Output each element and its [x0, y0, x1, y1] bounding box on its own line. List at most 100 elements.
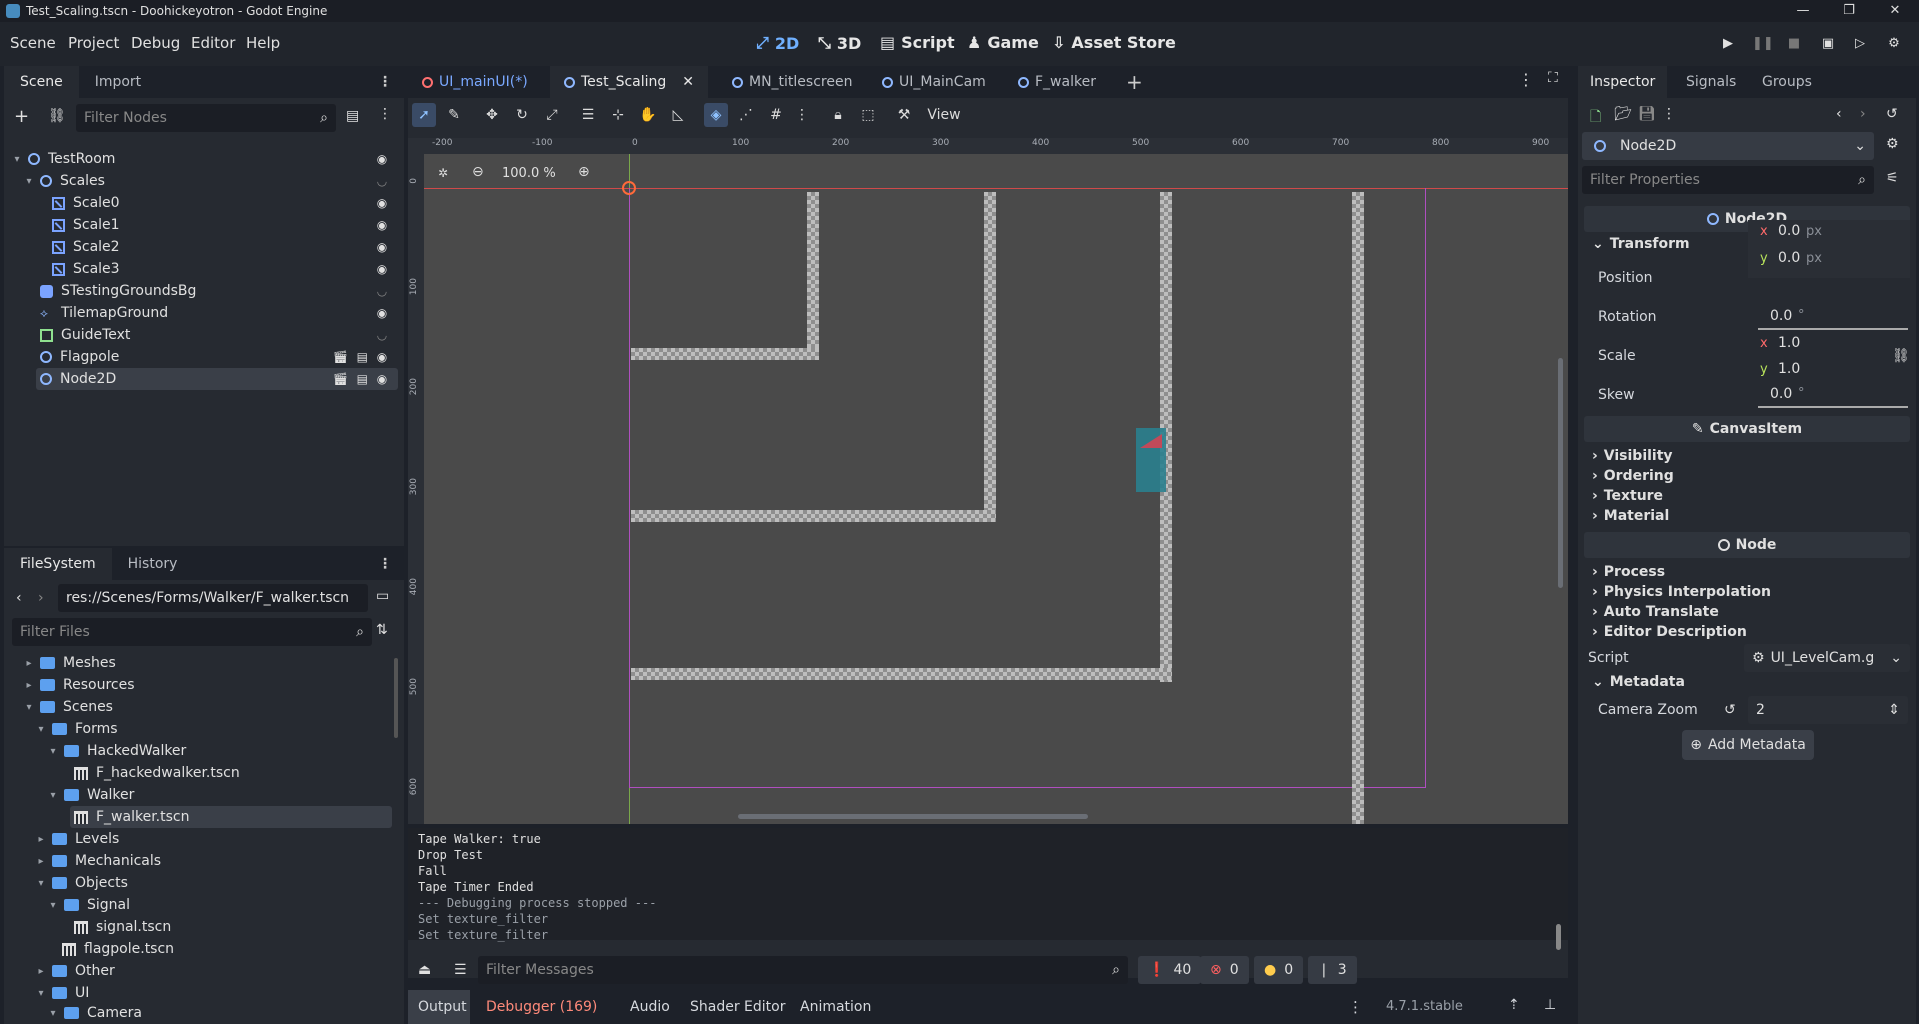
- history-icon[interactable]: ↺: [1886, 106, 1898, 122]
- skew-field[interactable]: 0.0: [1770, 386, 1792, 402]
- visibility-eye-icon[interactable]: ◉: [374, 197, 390, 209]
- group-transform[interactable]: ⌄ Transform: [1592, 236, 1690, 252]
- fs-file-signal[interactable]: signal.tscn: [70, 916, 171, 938]
- tab-ui-mainui[interactable]: UI_mainUI(*): [408, 66, 542, 98]
- dock-menu-icon[interactable]: ⋮: [378, 72, 392, 92]
- back-icon[interactable]: ‹: [16, 590, 22, 606]
- menu-scene[interactable]: Scene: [10, 34, 56, 52]
- fs-folder-hackedwalker[interactable]: ▾ HackedWalker: [46, 740, 186, 762]
- tab-output[interactable]: Output: [418, 999, 467, 1015]
- fs-folder-objects[interactable]: ▾ Objects: [34, 872, 127, 894]
- new-resource-icon[interactable]: 🗋︎: [1590, 106, 1601, 130]
- ruler-tool-icon[interactable]: ◺: [666, 103, 690, 127]
- tree-node-guidetext[interactable]: GuideText ◡: [36, 324, 398, 346]
- tree-node-node2d[interactable]: Node2D 🎬︎ ▤ ◉: [36, 368, 398, 390]
- group-metadata[interactable]: ⌄ Metadata: [1592, 674, 1685, 690]
- menu-help[interactable]: Help: [246, 34, 280, 52]
- grid-icon[interactable]: #: [764, 103, 788, 127]
- inspector-settings-icon[interactable]: ⚟: [1886, 170, 1899, 186]
- chevron-down-icon[interactable]: ▾: [46, 746, 60, 757]
- remote-debug-icon[interactable]: ⚙: [1884, 34, 1904, 54]
- skew-slider[interactable]: [1758, 406, 1908, 408]
- tab-f-walker[interactable]: F_walker: [1004, 66, 1110, 98]
- group-material[interactable]: › Material: [1592, 508, 1669, 524]
- menu-debug[interactable]: Debug: [131, 34, 180, 52]
- path-field[interactable]: res://Scenes/Forms/Walker/F_walker.tscn: [58, 584, 368, 612]
- smart-snap-icon[interactable]: ◈: [704, 103, 728, 127]
- hidden-eye-icon[interactable]: ◡: [374, 285, 390, 297]
- tab-shader-editor[interactable]: Shader Editor: [690, 999, 785, 1015]
- tab-ui-maincam[interactable]: UI_MainCam: [868, 66, 1000, 98]
- visibility-eye-icon[interactable]: ◉: [374, 153, 390, 165]
- chevron-right-icon[interactable]: ▸: [22, 658, 36, 669]
- tree-node-scale1[interactable]: Scale1 ◉: [48, 214, 398, 236]
- tree-node-flagpole[interactable]: Flagpole 🎬︎ ▤ ◉: [36, 346, 398, 368]
- view-menu-button[interactable]: View: [924, 103, 964, 127]
- scrollbar[interactable]: [394, 658, 398, 738]
- sort-icon[interactable]: ⇅: [376, 622, 388, 638]
- chevron-right-icon[interactable]: ▸: [34, 966, 48, 977]
- dock-toggle-icon[interactable]: ⇡: [1508, 997, 1520, 1013]
- messages-counter[interactable]: ❗ 40: [1138, 956, 1202, 984]
- add-node-icon[interactable]: +: [14, 106, 29, 127]
- chevron-right-icon[interactable]: ▸: [22, 680, 36, 691]
- fs-file-f-walker[interactable]: F_walker.tscn: [70, 806, 392, 828]
- menu-editor[interactable]: Editor: [191, 34, 235, 52]
- movie-icon[interactable]: ▣: [1818, 34, 1838, 54]
- tab-debugger[interactable]: Debugger (169): [486, 999, 597, 1015]
- pivot-tool-icon[interactable]: ⊹: [606, 103, 630, 127]
- tab-import[interactable]: Import: [79, 66, 157, 98]
- visibility-eye-icon[interactable]: ◉: [374, 241, 390, 253]
- group-texture[interactable]: › Texture: [1592, 488, 1663, 504]
- horizontal-scrollbar[interactable]: [738, 814, 1088, 819]
- bone-icon[interactable]: ⚒: [892, 103, 916, 127]
- chevron-right-icon[interactable]: ▸: [34, 834, 48, 845]
- chevron-down-icon[interactable]: ▾: [22, 702, 36, 713]
- visibility-eye-icon[interactable]: ◉: [374, 373, 390, 385]
- open-resource-icon[interactable]: 📂︎: [1614, 106, 1632, 122]
- paint-tool-icon[interactable]: ✎: [442, 103, 466, 127]
- save-resource-icon[interactable]: 💾︎: [1638, 106, 1656, 122]
- fs-folder-scenes[interactable]: ▾ Scenes: [22, 696, 113, 718]
- scale-tool-icon[interactable]: ⤢: [540, 103, 564, 127]
- copy-output-icon[interactable]: ☰: [454, 962, 467, 978]
- tab-mn-titlescreen[interactable]: MN_titlescreen: [718, 66, 866, 98]
- script-icon[interactable]: ▤: [357, 350, 368, 364]
- link-scale-icon[interactable]: ⛓: [1892, 348, 1910, 364]
- main-script-button[interactable]: ▤ Script: [880, 33, 955, 52]
- info-counter[interactable]: ❘ 3: [1308, 956, 1357, 984]
- tab-filesystem[interactable]: FileSystem: [4, 548, 112, 580]
- select-tool-icon[interactable]: ➚: [412, 103, 436, 127]
- main-assetstore-button[interactable]: ⇩ Asset Store: [1052, 33, 1176, 52]
- errors-counter[interactable]: ⊗ 0: [1200, 956, 1249, 984]
- zoom-in-icon[interactable]: ⊕: [578, 164, 590, 180]
- add-metadata-button[interactable]: ⊕ Add Metadata: [1682, 730, 1814, 760]
- group-visibility[interactable]: › Visibility: [1592, 448, 1673, 464]
- zoom-level[interactable]: 100.0 %: [502, 166, 556, 181]
- open-scene-icon[interactable]: 🎬︎: [333, 350, 348, 364]
- forward-icon[interactable]: ›: [38, 590, 44, 606]
- fs-folder-ui[interactable]: ▾ UI: [34, 982, 89, 1004]
- position-x-field[interactable]: 0.0: [1778, 223, 1800, 239]
- tree-node-tilemapground[interactable]: ⟡ TilemapGround ◉: [36, 302, 398, 324]
- history-forward-icon[interactable]: ›: [1860, 106, 1866, 122]
- fs-file-flagpole[interactable]: flagpole.tscn: [58, 938, 174, 960]
- tab-scene[interactable]: Scene: [4, 66, 79, 98]
- menu-project[interactable]: Project: [68, 34, 119, 52]
- group-icon[interactable]: ⬚: [856, 103, 880, 127]
- link-icon[interactable]: ⛓: [48, 108, 66, 124]
- visibility-eye-icon[interactable]: ◉: [374, 307, 390, 319]
- split-view-icon[interactable]: ▭: [376, 588, 389, 604]
- tree-node-scale2[interactable]: Scale2 ◉: [48, 236, 398, 258]
- dock-menu-icon[interactable]: ⋮: [378, 554, 392, 574]
- tree-node-stestinggroundsbg[interactable]: STestingGroundsBg ◡: [36, 280, 398, 302]
- tab-groups[interactable]: Groups: [1750, 66, 1824, 98]
- main-2d-button[interactable]: ⤢ 2D: [756, 33, 799, 53]
- fs-folder-mechanicals[interactable]: ▸ Mechanicals: [34, 850, 161, 872]
- group-physics-interpolation[interactable]: › Physics Interpolation: [1592, 584, 1771, 600]
- warnings-counter[interactable]: ● 0: [1254, 956, 1304, 984]
- tree-node-scale0[interactable]: Scale0 ◉: [48, 192, 398, 214]
- snap-options-icon[interactable]: ⋮: [790, 103, 814, 127]
- chevron-down-icon[interactable]: ▾: [34, 878, 48, 889]
- tree-node-scales[interactable]: ▾ Scales ◡: [22, 170, 398, 192]
